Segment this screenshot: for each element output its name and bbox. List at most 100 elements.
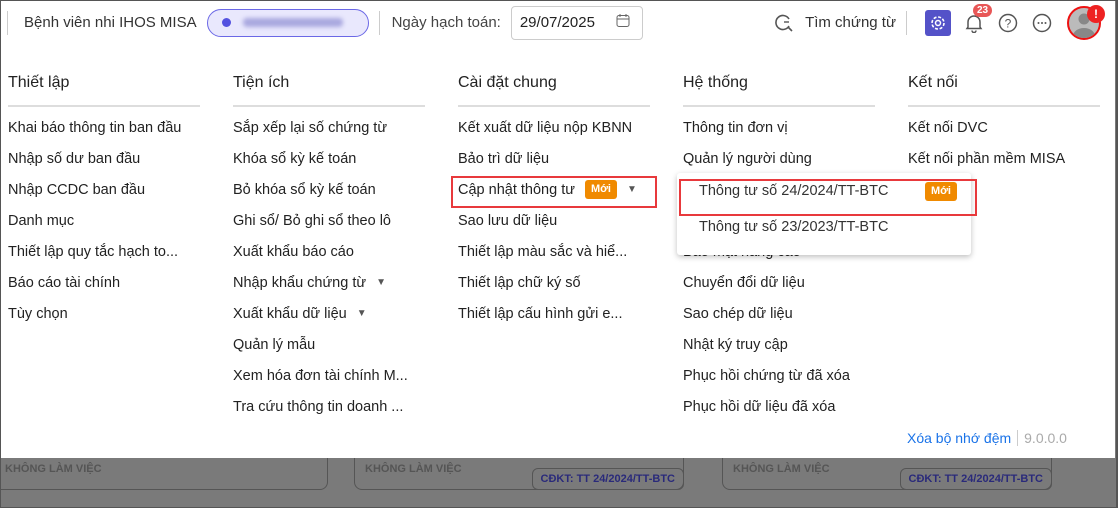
avatar-wrapper[interactable]: ! — [1053, 4, 1105, 40]
organization-name: Bệnh viên nhi IHOS MISA — [24, 14, 197, 31]
menu-item-label: Sao chép dữ liệu — [683, 306, 793, 322]
menu-item[interactable]: Sao lưu dữ liệu — [458, 211, 650, 242]
search-icon[interactable] — [773, 12, 795, 34]
top-bar: Bệnh viên nhi IHOS MISA Ngày hạch toán: … — [1, 1, 1115, 44]
menu-item[interactable]: Tùy chọn — [8, 304, 200, 335]
card-tag: CĐKT: TT 24/2024/TT-BTC — [531, 468, 684, 490]
card-status: KHÔNG LÀM VIỆC — [5, 463, 102, 475]
column-title: Hệ thống — [683, 74, 875, 107]
menu-item-label: Nhật ký truy cập — [683, 337, 788, 353]
submenu-label: Thông tư số 23/2023/TT-BTC — [699, 219, 889, 235]
user-selector[interactable] — [206, 8, 369, 37]
notification-bell-icon[interactable]: 23 — [963, 3, 993, 34]
menu-item-label: Xuất khẩu báo cáo — [233, 244, 354, 260]
menu-item[interactable]: Thiết lập màu sắc và hiể... — [458, 242, 650, 273]
menu-item-label: Thiết lập quy tắc hạch to... — [8, 244, 179, 260]
highlight-box — [451, 176, 657, 208]
column-title: Thiết lập — [8, 74, 200, 107]
menu-item[interactable]: Phục hồi chứng từ đã xóa — [683, 366, 875, 397]
menu-item[interactable]: Báo cáo tài chính — [8, 273, 200, 304]
menu-item-label: Sao lưu dữ liệu — [458, 213, 558, 229]
help-icon[interactable]: ? — [997, 12, 1019, 34]
card-status: KHÔNG LÀM VIỆC — [365, 463, 462, 475]
svg-text:?: ? — [1005, 16, 1012, 30]
status-dot-icon — [221, 18, 231, 27]
divider — [378, 10, 380, 35]
menu-item[interactable]: Danh mục — [8, 211, 200, 242]
card-tag: CĐKT: TT 24/2024/TT-BTC — [899, 468, 1052, 490]
posting-date-value: 29/07/2025 — [519, 14, 595, 31]
menu-item[interactable]: Ghi sổ/ Bỏ ghi sổ theo lô — [233, 211, 425, 242]
blurred-username — [242, 18, 343, 27]
column-title: Kết nối — [908, 74, 1100, 107]
menu-item-label: Bảo trì dữ liệu — [458, 151, 550, 167]
menu-item-label: Quản lý mẫu — [233, 337, 316, 353]
menu-item[interactable]: Phục hồi dữ liệu đã xóa — [683, 397, 875, 428]
menu-item[interactable]: Quản lý mẫu — [233, 335, 425, 366]
menu-item[interactable]: Thông tin đơn vị — [683, 118, 875, 149]
menu-item[interactable]: Kết xuất dữ liệu nộp KBNN — [458, 118, 650, 149]
avatar-alert-badge: ! — [1087, 4, 1105, 23]
menu-item[interactable]: Tra cứu thông tin doanh ... — [233, 397, 425, 428]
menu-item-label: Thiết lập chữ ký số — [458, 275, 581, 291]
menu-item[interactable]: Nhập khẩu chứng từ ▼ — [233, 273, 425, 304]
menu-item[interactable]: Thiết lập chữ ký số — [458, 273, 650, 304]
menu-item-label: Phục hồi chứng từ đã xóa — [683, 368, 850, 384]
version-label: 9.0.0.0 — [1024, 430, 1067, 446]
divider — [906, 10, 907, 35]
menu-item-label: Báo cáo tài chính — [8, 275, 121, 291]
menu-item-label: Kết nối phần mềm MISA — [908, 151, 1066, 167]
menu-item-label: Tra cứu thông tin doanh ... — [233, 399, 404, 415]
background-cards: KHÔNG LÀM VIỆC KHÔNG LÀM VIỆC CĐKT: TT 24… — [0, 450, 1118, 508]
menu-item[interactable]: Sao chép dữ liệu — [683, 304, 875, 335]
caret-down-icon[interactable]: ▼ — [357, 304, 367, 324]
menu-item-label: Tùy chọn — [8, 306, 68, 322]
caret-down-icon[interactable]: ▼ — [376, 273, 386, 293]
menu-item-label: Khóa sổ kỳ kế toán — [233, 151, 357, 167]
notification-count: 23 — [973, 3, 993, 17]
menu-item[interactable]: Thiết lập quy tắc hạch to... — [8, 242, 200, 273]
posting-date-input[interactable]: 29/07/2025 — [510, 5, 643, 40]
menu-item-label: Nhập khẩu chứng từ — [233, 275, 367, 291]
menu-item-label: Quản lý người dùng — [683, 151, 812, 167]
menu-item[interactable]: Bỏ khóa sổ kỳ kế toán — [233, 180, 425, 211]
menu-item[interactable]: Nhập số dư ban đầu — [8, 149, 200, 180]
menu-item-label: Ghi sổ/ Bỏ ghi sổ theo lô — [233, 213, 391, 229]
divider — [1017, 430, 1019, 446]
menu-item[interactable]: Xuất khẩu báo cáo — [233, 242, 425, 273]
menu-item[interactable]: Nhật ký truy cập — [683, 335, 875, 366]
menu-item[interactable]: Thiết lập cấu hình gửi e... — [458, 304, 650, 335]
calendar-icon[interactable] — [616, 13, 630, 32]
menu-item-label: Nhập số dư ban đầu — [8, 151, 141, 167]
menu-item[interactable]: Xem hóa đơn tài chính M... — [233, 366, 425, 397]
highlight-box — [679, 179, 977, 216]
menu-item-label: Chuyển đổi dữ liệu — [683, 275, 805, 291]
menu-item-label: Thiết lập cấu hình gửi e... — [458, 306, 623, 322]
menu-item-label: Sắp xếp lại số chứng từ — [233, 120, 388, 136]
clear-cache-link[interactable]: Xóa bộ nhớ đệm — [907, 430, 1011, 446]
menu-column: Thiết lập Khai báo thông tin ban đầu Nhập … — [8, 74, 200, 335]
menu-item-label: Thông tin đơn vị — [683, 120, 788, 136]
menu-item[interactable]: Xuất khẩu dữ liệu ▼ — [233, 304, 425, 335]
menu-item[interactable]: Sắp xếp lại số chứng từ — [233, 118, 425, 149]
menu-item-label: Kết xuất dữ liệu nộp KBNN — [458, 120, 633, 136]
card-status: KHÔNG LÀM VIỆC — [733, 463, 830, 475]
search-documents-button[interactable]: Tìm chứng từ — [805, 14, 896, 31]
menu-item[interactable]: Chuyển đổi dữ liệu — [683, 273, 875, 304]
column-title: Cài đặt chung — [458, 74, 650, 107]
more-icon[interactable] — [1031, 12, 1053, 34]
posting-date-label: Ngày hạch toán: — [391, 14, 501, 31]
column-title: Tiện ích — [233, 74, 425, 107]
menu-item[interactable]: Khóa sổ kỳ kế toán — [233, 149, 425, 180]
menu-item[interactable]: Kết nối DVC — [908, 118, 1100, 149]
menu-column: Tiện ích Sắp xếp lại số chứng từ Khóa sổ k… — [233, 74, 425, 428]
menu-item-label: Kết nối DVC — [908, 120, 988, 136]
menu-item-label: Khai báo thông tin ban đầu — [8, 120, 182, 136]
settings-gear-icon[interactable] — [925, 9, 951, 36]
menu-item-label: Thiết lập màu sắc và hiể... — [458, 244, 628, 260]
menu-column: Kết nối Kết nối DVC Kết nối phần mềm MISA — [908, 74, 1100, 180]
menu-item-label: Xem hóa đơn tài chính M... — [233, 368, 408, 384]
menu-item[interactable]: Nhập CCDC ban đầu — [8, 180, 200, 211]
menu-item[interactable]: Khai báo thông tin ban đầu — [8, 118, 200, 149]
divider — [7, 10, 8, 35]
